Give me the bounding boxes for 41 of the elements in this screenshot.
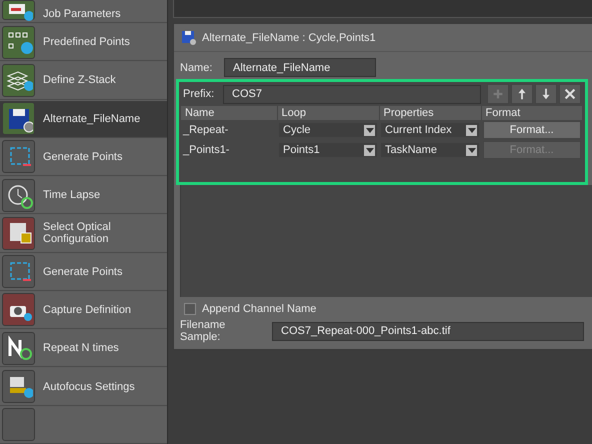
table-cell: _Repeat- (183, 124, 228, 136)
up-button[interactable] (511, 84, 533, 104)
sidebar-item[interactable]: Alternate_FileName (0, 100, 167, 138)
column-header: Loop (277, 106, 379, 120)
plus-icon (491, 87, 505, 101)
prefix-field[interactable]: COS7 (223, 84, 481, 104)
sidebar-item[interactable]: Time Lapse (0, 177, 167, 214)
panel-title: Alternate_FileName : Cycle,Points1 (202, 32, 376, 44)
column-header: Format (481, 106, 582, 120)
name-field[interactable]: Alternate_FileName (224, 58, 376, 77)
loop-dropdown[interactable]: Points1 (279, 143, 377, 157)
sidebar-item[interactable]: Capture Definition (0, 292, 167, 330)
sidebar-item[interactable]: Define Z-Stack (0, 62, 167, 100)
table-cell: _Points1- (183, 144, 230, 156)
format-button[interactable]: Format... (483, 121, 580, 139)
sample-label: Filename Sample: (180, 319, 226, 343)
close-icon (563, 87, 577, 101)
caret-icon (468, 128, 476, 132)
sidebar-item[interactable]: Generate Points (0, 138, 167, 176)
column-header: Properties (379, 106, 481, 120)
column-header: Name (181, 106, 277, 120)
caret-icon (468, 148, 476, 152)
sidebar-item[interactable]: Predefined Points (0, 24, 167, 62)
name-label: Name: (180, 62, 214, 74)
checkbox-label: Append Channel Name (202, 303, 316, 315)
save-icon (182, 31, 196, 45)
caret-icon (366, 148, 374, 152)
sidebar-item[interactable]: Select Optical Configuration (0, 215, 167, 253)
sidebar-item[interactable]: Repeat N times (0, 330, 167, 368)
properties-dropdown[interactable]: Current Index (381, 123, 479, 137)
prefix-label: Prefix: (183, 88, 216, 100)
properties-dropdown[interactable]: TaskName (381, 143, 479, 157)
caret-icon (366, 128, 374, 132)
checkbox[interactable] (184, 303, 196, 315)
sidebar-item[interactable]: Job Parameters (0, 0, 167, 23)
sidebar-item[interactable]: Autofocus Settings (0, 368, 167, 406)
sidebar-item[interactable]: Generate Points (0, 254, 167, 291)
loop-dropdown[interactable]: Cycle (279, 123, 377, 137)
delete-button[interactable] (559, 84, 581, 104)
down-button[interactable] (535, 84, 557, 104)
sample-field[interactable]: COS7_Repeat-000_Points1-abc.tif (272, 322, 584, 340)
